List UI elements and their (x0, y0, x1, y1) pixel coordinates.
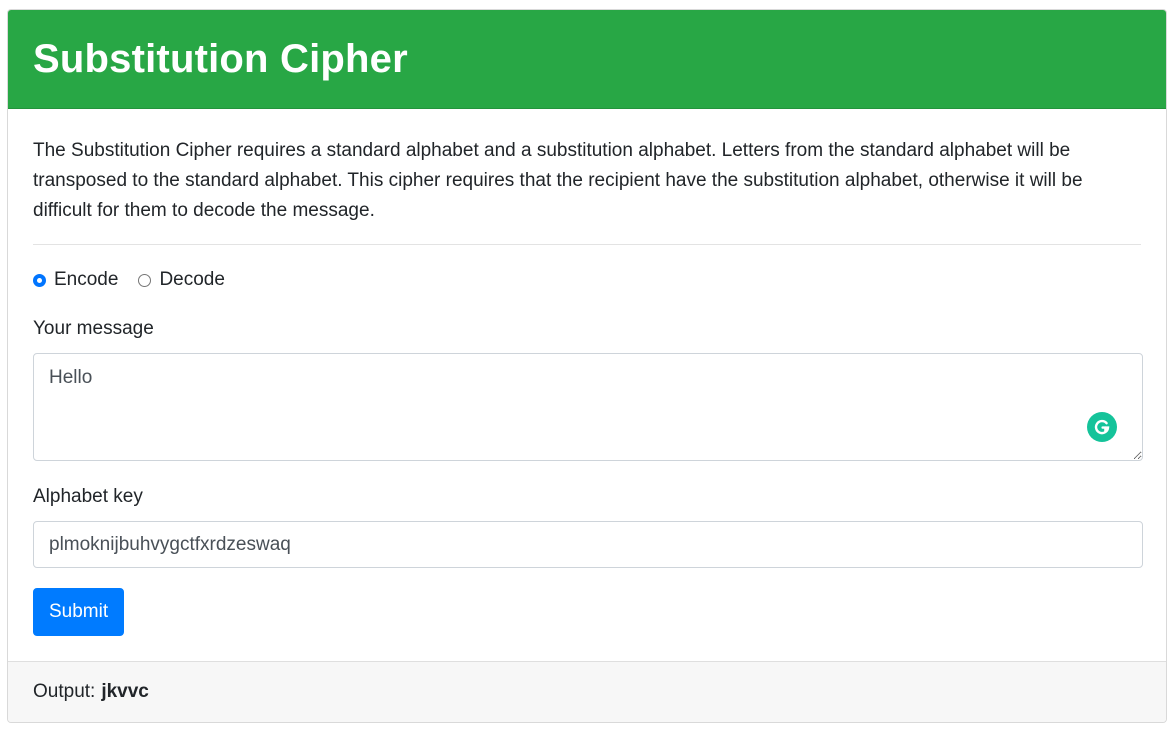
grammarly-glyph (1094, 419, 1110, 435)
message-label: Your message (33, 318, 154, 339)
encode-label: Encode (54, 269, 119, 290)
mode-radio-group: Encode Decode (33, 267, 1141, 293)
card-body: The Substitution Cipher requires a stand… (8, 109, 1166, 663)
alphabet-key-input[interactable] (33, 521, 1143, 568)
cipher-card: Substitution Cipher The Substitution Cip… (7, 9, 1167, 723)
divider (33, 244, 1141, 245)
decode-radio[interactable] (138, 273, 152, 287)
card-header: Substitution Cipher (8, 10, 1166, 109)
message-field-wrapper: Hello (33, 353, 1143, 461)
encode-radio[interactable] (33, 273, 46, 287)
decode-label: Decode (159, 269, 225, 290)
grammarly-icon[interactable] (1087, 412, 1117, 442)
submit-button[interactable]: Submit (33, 588, 125, 636)
description-text: The Substitution Cipher requires a stand… (33, 140, 1083, 221)
output-label: Output: (33, 681, 96, 702)
page-title: Substitution Cipher (33, 36, 408, 81)
key-label: Alphabet key (33, 486, 143, 507)
output-footer: Output: jkvvc (8, 661, 1166, 722)
message-textarea[interactable]: Hello (33, 353, 1143, 461)
output-value: jkvvc (101, 681, 149, 702)
decode-option[interactable]: Decode (138, 269, 225, 291)
encode-option[interactable]: Encode (33, 269, 118, 291)
